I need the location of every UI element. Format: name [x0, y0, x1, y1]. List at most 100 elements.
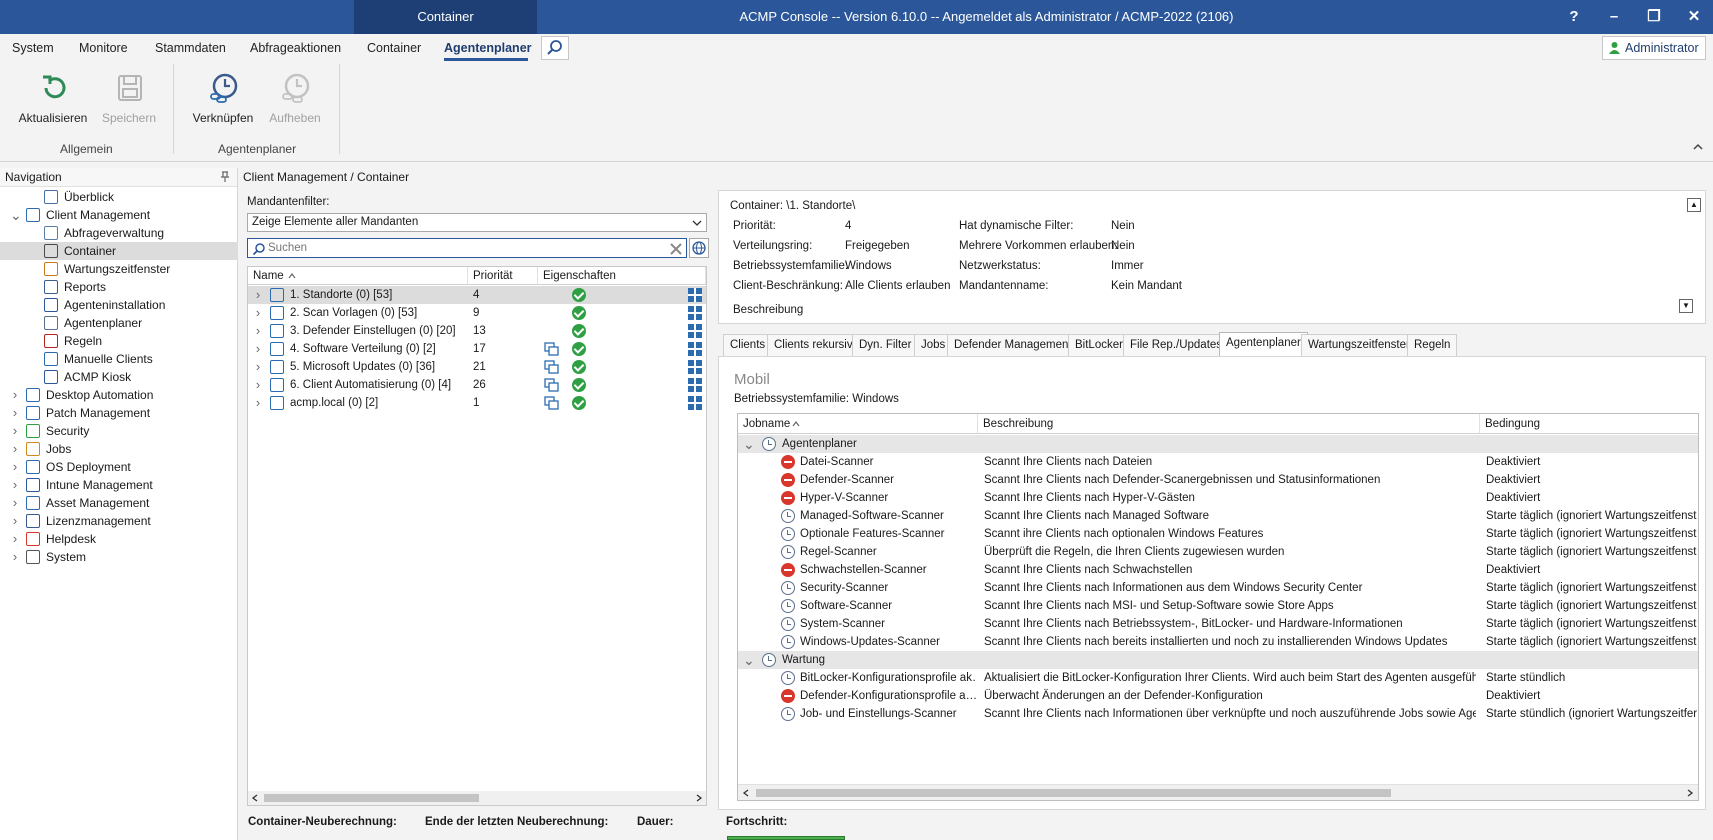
chevron-right-icon[interactable]: ›	[10, 440, 20, 458]
container-row[interactable]: › 6. Client Automatisierung (0) [4] 26	[248, 376, 706, 394]
restore-button[interactable]: ❐	[1634, 0, 1674, 34]
tab-bitlocker[interactable]: BitLocker	[1068, 334, 1130, 356]
user-button[interactable]: Administrator	[1602, 36, 1706, 60]
container-row[interactable]: › acmp.local (0) [2] 1	[248, 394, 706, 412]
chevron-right-icon[interactable]: ›	[253, 394, 263, 412]
scroll-left-icon[interactable]	[251, 794, 259, 802]
job-group-row[interactable]: ⌄ Agentenplaner	[738, 435, 1698, 453]
job-row[interactable]: Defender-Scanner Scannt Ihre Clients nach…	[738, 471, 1698, 489]
expand-description-button[interactable]: ▼	[1679, 299, 1693, 313]
job-row[interactable]: BitLocker-Konfigurationsprofile ak… Aktua…	[738, 669, 1698, 687]
column-header-condition[interactable]: Bedingung	[1480, 414, 1698, 434]
chevron-right-icon[interactable]: ›	[10, 404, 20, 422]
job-row[interactable]: Hyper-V-Scanner Scannt Ihre Clients nach …	[738, 489, 1698, 507]
nav-item-patch-management[interactable]: › Patch Management	[0, 404, 238, 422]
menu-abfrageaktionen[interactable]: Abfrageaktionen	[250, 41, 341, 55]
pin-icon[interactable]	[219, 171, 231, 183]
chevron-right-icon[interactable]: ›	[10, 512, 20, 530]
job-row[interactable]: Software-Scanner Scannt Ihre Clients nach…	[738, 597, 1698, 615]
nav-item-reports[interactable]: Reports	[0, 278, 238, 296]
tab-clients[interactable]: Clients	[723, 334, 773, 356]
job-row[interactable]: Windows-Updates-Scanner Scannt Ihre Clien…	[738, 633, 1698, 651]
collapse-ribbon-icon[interactable]	[1692, 142, 1704, 152]
job-row[interactable]: Job- und Einstellungs-Scanner Scannt Ihre…	[738, 705, 1698, 723]
nav-item-helpdesk[interactable]: › Helpdesk	[0, 530, 238, 548]
link-button[interactable]: Verknüpfen	[186, 68, 260, 130]
nav-item-desktop-automation[interactable]: › Desktop Automation	[0, 386, 238, 404]
job-group-row[interactable]: ⌄ Wartung	[738, 651, 1698, 669]
chevron-right-icon[interactable]: ›	[10, 548, 20, 566]
chevron-down-icon[interactable]: ⌄	[743, 435, 755, 453]
search-input[interactable]: Suchen	[247, 238, 687, 258]
chevron-right-icon[interactable]: ›	[253, 286, 263, 304]
menu-agentenplaner[interactable]: Agentenplaner	[444, 41, 532, 55]
tab-defender-management[interactable]: Defender Management	[947, 334, 1079, 356]
container-row[interactable]: › 3. Defender Einstellugen (0) [20] 13	[248, 322, 706, 340]
nav-item-client-management[interactable]: ⌄ Client Management	[0, 206, 238, 224]
nav-item-regeln[interactable]: Regeln	[0, 332, 238, 350]
tenant-filter-select[interactable]: Zeige Elemente aller Mandanten	[247, 213, 707, 232]
chevron-down-icon[interactable]: ⌄	[10, 206, 22, 224]
container-row[interactable]: › 2. Scan Vorlagen (0) [53] 9	[248, 304, 706, 322]
tab-regeln[interactable]: Regeln	[1407, 334, 1458, 356]
tab-clients-rekursiv[interactable]: Clients rekursiv	[767, 334, 860, 356]
search-options-button[interactable]	[689, 238, 709, 258]
nav-item-lizenzmanagement[interactable]: › Lizenzmanagement	[0, 512, 238, 530]
menu-container[interactable]: Container	[367, 41, 421, 55]
tab-agentenplaner[interactable]: Agentenplaner	[1219, 332, 1308, 356]
minimize-button[interactable]: –	[1594, 0, 1634, 34]
scroll-left-icon[interactable]	[742, 789, 750, 797]
menu-monitore[interactable]: Monitore	[79, 41, 128, 55]
column-header-jobname[interactable]: Jobname	[738, 414, 978, 434]
tab-file-rep-updates[interactable]: File Rep./Updates	[1123, 334, 1230, 356]
job-row[interactable]: Regel-Scanner Überprüft die Regeln, die I…	[738, 543, 1698, 561]
job-row[interactable]: Optionale Features-Scanner Scannt ihre Cl…	[738, 525, 1698, 543]
column-header-name[interactable]: Name	[248, 267, 468, 285]
menu-stammdaten[interactable]: Stammdaten	[155, 41, 226, 55]
chevron-right-icon[interactable]: ›	[253, 340, 263, 358]
close-button[interactable]: ✕	[1674, 0, 1713, 34]
nav-item-abfrageverwaltung[interactable]: Abfrageverwaltung	[0, 224, 238, 242]
refresh-button[interactable]: Aktualisieren	[16, 68, 90, 130]
chevron-right-icon[interactable]: ›	[10, 386, 20, 404]
nav-item-überblick[interactable]: Überblick	[0, 188, 238, 206]
nav-item-os-deployment[interactable]: › OS Deployment	[0, 458, 238, 476]
job-row[interactable]: Defender-Konfigurationsprofile a… Überwac…	[738, 687, 1698, 705]
nav-item-jobs[interactable]: › Jobs	[0, 440, 238, 458]
scroll-right-icon[interactable]	[1686, 789, 1694, 797]
job-row[interactable]: Schwachstellen-Scanner Scannt Ihre Client…	[738, 561, 1698, 579]
chevron-right-icon[interactable]: ›	[253, 358, 263, 376]
container-row[interactable]: › 5. Microsoft Updates (0) [36] 21	[248, 358, 706, 376]
container-row[interactable]: › 4. Software Verteilung (0) [2] 17	[248, 340, 706, 358]
job-row[interactable]: Datei-Scanner Scannt Ihre Clients nach Da…	[738, 453, 1698, 471]
nav-item-agentenplaner[interactable]: Agentenplaner	[0, 314, 238, 332]
chevron-right-icon[interactable]: ›	[253, 304, 263, 322]
save-button[interactable]: Speichern	[92, 68, 166, 130]
chevron-right-icon[interactable]: ›	[10, 494, 20, 512]
job-row[interactable]: Security-Scanner Scannt Ihre Clients nach…	[738, 579, 1698, 597]
job-row[interactable]: System-Scanner Scannt Ihre Clients nach B…	[738, 615, 1698, 633]
chevron-right-icon[interactable]: ›	[253, 376, 263, 394]
job-row[interactable]: Managed-Software-Scanner Scannt Ihre Clie…	[738, 507, 1698, 525]
nav-item-acmp-kiosk[interactable]: ACMP Kiosk	[0, 368, 238, 386]
chevron-right-icon[interactable]: ›	[253, 322, 263, 340]
scrollbar-thumb[interactable]	[264, 794, 479, 802]
nav-item-wartungszeitfenster[interactable]: Wartungszeitfenster	[0, 260, 238, 278]
nav-item-asset-management[interactable]: › Asset Management	[0, 494, 238, 512]
nav-item-container[interactable]: Container	[0, 242, 238, 260]
nav-item-manuelle-clients[interactable]: Manuelle Clients	[0, 350, 238, 368]
chevron-right-icon[interactable]: ›	[10, 530, 20, 548]
container-row[interactable]: › 1. Standorte (0) [53] 4	[248, 286, 706, 304]
clear-icon[interactable]	[670, 243, 682, 255]
horizontal-scrollbar[interactable]	[248, 791, 706, 805]
menu-search-button[interactable]	[541, 36, 569, 60]
nav-item-system[interactable]: › System	[0, 548, 238, 566]
nav-item-intune-management[interactable]: › Intune Management	[0, 476, 238, 494]
column-header-priority[interactable]: Priorität	[468, 267, 538, 285]
nav-item-agenteninstallation[interactable]: Agenteninstallation	[0, 296, 238, 314]
scrollbar-thumb[interactable]	[756, 789, 1391, 797]
job-horizontal-scrollbar[interactable]	[738, 784, 1698, 800]
column-header-description[interactable]: Beschreibung	[978, 414, 1480, 434]
tab-dyn-filter[interactable]: Dyn. Filter	[852, 334, 919, 356]
menu-system[interactable]: System	[12, 41, 54, 55]
